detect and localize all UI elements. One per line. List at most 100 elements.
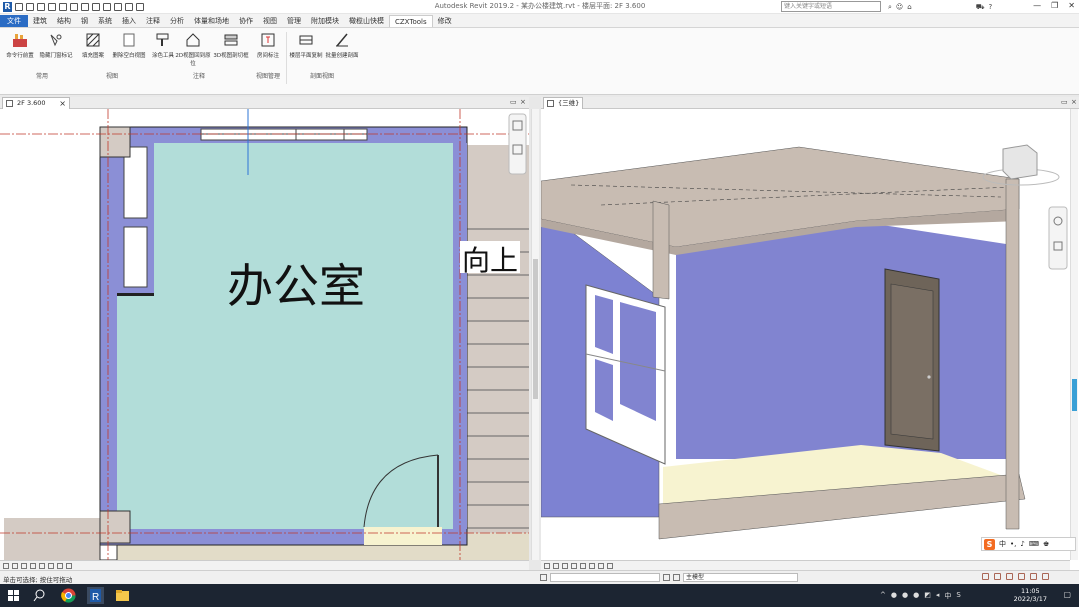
tab-steel[interactable]: 钢 bbox=[76, 15, 93, 27]
navigation-bar[interactable] bbox=[1048, 206, 1068, 270]
search-icon[interactable]: ⌕ bbox=[888, 3, 892, 12]
tab-collaborate[interactable]: 协作 bbox=[234, 15, 258, 27]
select-pinned-icon[interactable] bbox=[1006, 573, 1013, 580]
tab-addins[interactable]: 附加模块 bbox=[306, 15, 344, 27]
scale-icon[interactable] bbox=[3, 562, 9, 569]
crop-view-icon[interactable] bbox=[598, 562, 604, 569]
shadows-icon[interactable] bbox=[39, 562, 45, 569]
sun-path-icon[interactable] bbox=[571, 562, 577, 569]
cart-icon[interactable]: ⛟ bbox=[976, 3, 985, 12]
select-by-face-icon[interactable] bbox=[1018, 573, 1025, 580]
view-restore-icon[interactable]: ▭ bbox=[1061, 98, 1068, 106]
drag-on-selection-icon[interactable] bbox=[1030, 573, 1037, 580]
select-links-icon[interactable] bbox=[982, 573, 989, 580]
dimension-icon[interactable] bbox=[92, 3, 100, 11]
microphone-icon[interactable]: ♪ bbox=[1020, 540, 1024, 548]
input-method-icon[interactable]: 中 bbox=[944, 591, 951, 601]
room-name-label[interactable]: 办公室 bbox=[227, 260, 365, 312]
floor-plan-scrollbar[interactable] bbox=[531, 109, 539, 560]
sogou-logo-icon[interactable]: S bbox=[984, 538, 995, 550]
tab-manage[interactable]: 管理 bbox=[282, 15, 306, 27]
skin-icon[interactable]: ♚ bbox=[1043, 540, 1049, 548]
filter-icon[interactable] bbox=[1042, 573, 1049, 580]
tab-file[interactable]: 文件 bbox=[0, 15, 28, 27]
back-wall[interactable] bbox=[676, 221, 1011, 459]
tray-chevron-icon[interactable]: ^ bbox=[880, 591, 886, 601]
tab-annotate[interactable]: 注释 bbox=[141, 15, 165, 27]
detail-level-icon[interactable] bbox=[12, 562, 18, 569]
file-explorer-icon[interactable] bbox=[114, 587, 131, 604]
tray-app-icon[interactable]: ● bbox=[913, 591, 919, 601]
design-option-field[interactable]: 主模型 bbox=[683, 573, 798, 582]
select-underlay-icon[interactable] bbox=[994, 573, 1001, 580]
3d-view-scrollbar[interactable] bbox=[1070, 109, 1078, 560]
sync-icon[interactable] bbox=[37, 3, 45, 11]
visual-style-icon[interactable] bbox=[21, 562, 27, 569]
view-close-icon[interactable]: × bbox=[1071, 98, 1077, 106]
search-input[interactable]: 键入关键字或短语 bbox=[781, 1, 881, 12]
minimize-button[interactable]: — bbox=[1033, 1, 1041, 10]
tab-systems[interactable]: 系统 bbox=[93, 15, 117, 27]
navigation-bar[interactable] bbox=[508, 113, 527, 175]
fill-pattern-button[interactable]: 填充图案 bbox=[75, 31, 111, 59]
notification-icon[interactable]: ▢ bbox=[1063, 590, 1071, 599]
revit-logo-icon[interactable]: R bbox=[3, 2, 12, 12]
3d-view-icon[interactable] bbox=[114, 3, 122, 11]
visual-style-icon[interactable] bbox=[562, 562, 568, 569]
text-icon[interactable] bbox=[103, 3, 111, 11]
tray-app-icon[interactable]: ● bbox=[902, 591, 908, 601]
print-icon[interactable] bbox=[70, 3, 78, 11]
search-icon[interactable] bbox=[32, 587, 49, 604]
save-icon[interactable] bbox=[26, 3, 34, 11]
scale-icon[interactable] bbox=[544, 562, 550, 569]
copy-floor-plan-button[interactable]: 楼层平面复制 bbox=[288, 31, 324, 59]
close-button[interactable]: ✕ bbox=[1068, 1, 1075, 10]
tab-massing[interactable]: 体量和场地 bbox=[189, 15, 234, 27]
floor-plan-drawing[interactable]: 办公室 向上 bbox=[0, 109, 529, 560]
workset-field[interactable] bbox=[550, 573, 660, 582]
tab-structure[interactable]: 结构 bbox=[52, 15, 76, 27]
ime-toolbar[interactable]: S 中 •, ♪ ⌨ ♚ bbox=[981, 537, 1076, 551]
maximize-button[interactable]: ❐ bbox=[1051, 1, 1058, 10]
crop-view-icon[interactable] bbox=[48, 562, 54, 569]
command-line-button[interactable]: 命令行前置 bbox=[2, 31, 38, 59]
render-icon[interactable] bbox=[589, 562, 595, 569]
tab-modify[interactable]: 修改 bbox=[433, 15, 457, 27]
design-option-icon[interactable] bbox=[673, 574, 680, 581]
floor-plan-view[interactable]: 办公室 向上 bbox=[0, 109, 529, 560]
hide-tag-button[interactable]: 隐藏门窗标记 bbox=[38, 31, 74, 59]
room-tag-button[interactable]: 房间标注 bbox=[250, 31, 286, 59]
undo-icon[interactable] bbox=[48, 3, 56, 11]
delete-empty-views-button[interactable]: 删除空白视图 bbox=[111, 31, 147, 59]
measure-icon[interactable] bbox=[81, 3, 89, 11]
close-icon[interactable]: × bbox=[59, 98, 66, 109]
sun-path-icon[interactable] bbox=[30, 562, 36, 569]
network-icon[interactable]: ◩ bbox=[924, 591, 931, 601]
tab-view[interactable]: 视图 bbox=[258, 15, 282, 27]
tab-insert[interactable]: 插入 bbox=[117, 15, 141, 27]
detail-level-icon[interactable] bbox=[553, 562, 559, 569]
sogou-tray-icon[interactable]: S bbox=[956, 591, 960, 601]
tab-czxtools[interactable]: CZXTools bbox=[389, 15, 433, 27]
reveal-hidden-icon[interactable] bbox=[66, 562, 72, 569]
view-restore-icon[interactable]: ▭ bbox=[510, 98, 517, 106]
tab-3d-view[interactable]: {三维} bbox=[543, 97, 583, 109]
sign-in-icon[interactable]: ⌂ bbox=[907, 3, 911, 11]
stair-direction-label[interactable]: 向上 bbox=[462, 245, 518, 277]
punctuation-icon[interactable]: •, bbox=[1010, 540, 1016, 548]
workset-icon[interactable] bbox=[540, 574, 547, 581]
tray-app-icon[interactable]: ● bbox=[891, 591, 897, 601]
tab-fastmodel[interactable]: 橄榄山快模 bbox=[344, 15, 389, 27]
hide-isolate-icon[interactable] bbox=[607, 562, 613, 569]
window-panel[interactable] bbox=[123, 146, 148, 219]
tab-architecture[interactable]: 建筑 bbox=[28, 15, 52, 27]
room-fill[interactable] bbox=[117, 143, 453, 529]
3d-model-drawing[interactable] bbox=[541, 109, 1070, 560]
section-icon[interactable] bbox=[125, 3, 133, 11]
scroll-thumb[interactable] bbox=[533, 259, 538, 399]
user-icon[interactable]: ☺ bbox=[896, 3, 903, 11]
hide-isolate-icon[interactable] bbox=[57, 562, 63, 569]
redo-icon[interactable] bbox=[59, 3, 67, 11]
3d-view[interactable] bbox=[541, 109, 1070, 560]
revit-taskbar-icon[interactable]: R bbox=[87, 587, 104, 604]
